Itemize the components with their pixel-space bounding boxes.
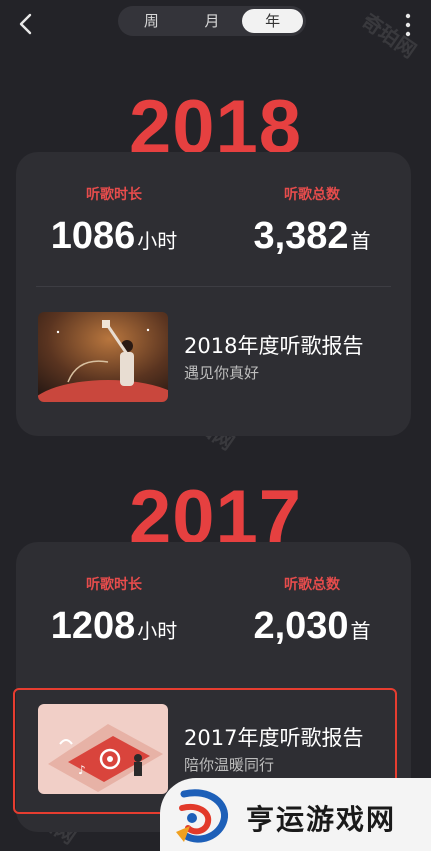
period-switcher: 周 月 年 [118, 6, 306, 36]
stat-value: 1086 [50, 215, 136, 257]
stat-label: 听歌时长 [86, 187, 142, 203]
annual-report-entry[interactable]: 2018年度听歌报告 遇见你真好 [38, 312, 398, 404]
brand-badge: 亨运游戏网 [160, 778, 431, 851]
song-count-stat: 听歌总数 3,382 首 [222, 184, 402, 261]
stat-value-row: 3,382 首 [222, 216, 402, 261]
year-card: 听歌时长 1086 小时 听歌总数 3,382 首 2018年度听歌报告 遇见你… [16, 152, 411, 436]
song-count-stat: 听歌总数 2,030 首 [222, 574, 402, 651]
stat-unit: 小时 [137, 619, 178, 643]
stat-value: 2,030 [253, 605, 349, 647]
stat-unit: 首 [350, 619, 371, 643]
stat-value-row: 1208 小时 [24, 606, 204, 651]
stat-label: 听歌时长 [86, 577, 142, 593]
listening-duration-stat: 听歌时长 1086 小时 [24, 184, 204, 261]
stat-value: 3,382 [253, 215, 349, 257]
divider [36, 286, 391, 287]
back-arrow-icon[interactable] [12, 10, 40, 38]
tab-year[interactable]: 年 [242, 9, 304, 33]
dragon-logo-icon [176, 789, 229, 843]
stat-value-row: 2,030 首 [222, 606, 402, 651]
report-title: 2018年度听歌报告 [184, 334, 364, 358]
report-subtitle: 遇见你真好 [184, 364, 260, 382]
listening-duration-stat: 听歌时长 1208 小时 [24, 574, 204, 651]
stat-value-row: 1086 小时 [24, 216, 204, 261]
tab-month[interactable]: 月 [182, 9, 243, 33]
stat-label: 听歌总数 [284, 187, 340, 203]
stat-value: 1208 [50, 605, 136, 647]
stat-label: 听歌总数 [284, 577, 340, 593]
tab-week[interactable]: 周 [121, 9, 182, 33]
brand-name: 亨运游戏网 [246, 803, 397, 836]
stat-unit: 小时 [137, 229, 178, 253]
stat-unit: 首 [350, 229, 371, 253]
report-cover-image [38, 312, 168, 402]
